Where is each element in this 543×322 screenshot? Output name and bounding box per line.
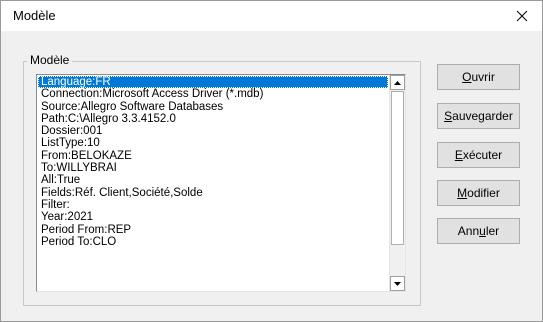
title-bar[interactable]: Modèle	[1, 1, 542, 31]
list-item[interactable]: To:WILLYBRAI	[38, 162, 388, 174]
arrow-up-icon	[394, 80, 401, 85]
list-item[interactable]: Connection:Microsoft Access Driver (*.md…	[38, 88, 388, 100]
button-accelerator-key: u	[479, 224, 486, 238]
list-item[interactable]: Year:2021	[38, 211, 388, 223]
scroll-up-button[interactable]	[390, 75, 405, 90]
model-listbox[interactable]: Language:FR Connection:Microsoft Access D…	[36, 74, 406, 292]
button-accelerator-key: S	[444, 109, 453, 123]
save-button[interactable]: Sauvegarder	[437, 103, 520, 129]
scroll-down-button[interactable]	[390, 276, 405, 291]
button-accelerator-key: O	[462, 70, 472, 84]
list-item[interactable]: Dossier:001	[38, 125, 388, 137]
list-item[interactable]: From:BELOKAZE	[38, 150, 388, 162]
close-button[interactable]	[502, 1, 542, 31]
list-item[interactable]: Period From:REP	[38, 224, 388, 236]
button-label-part: xécuter	[462, 148, 503, 162]
list-item[interactable]: Source:Allegro Software Databases	[38, 101, 388, 113]
vertical-scrollbar[interactable]	[389, 75, 405, 291]
button-accelerator-key: E	[454, 148, 463, 162]
list-item[interactable]: ListType:10	[38, 137, 388, 149]
list-item[interactable]: Language:FR	[38, 76, 388, 89]
button-label-part: ler	[485, 224, 500, 238]
button-label-part: Ann	[457, 224, 480, 238]
close-icon	[516, 10, 528, 22]
cancel-button[interactable]: Ann u ler	[437, 218, 520, 244]
groupbox-label: Modèle	[27, 53, 73, 67]
modify-button[interactable]: Modifier	[437, 180, 520, 206]
execute-button[interactable]: Exécuter	[437, 142, 520, 168]
window-title: Modèle	[13, 8, 56, 23]
button-accelerator-key: M	[457, 186, 468, 200]
list-item[interactable]: Filter:	[38, 199, 388, 211]
arrow-down-icon	[394, 281, 401, 286]
button-label-part: odifier	[467, 186, 500, 200]
open-button[interactable]: Ouvrir	[437, 64, 520, 90]
button-label-part: auvegarder	[452, 109, 513, 123]
button-label-part: uvrir	[471, 70, 495, 84]
list-item[interactable]: Period To:CLO	[38, 236, 388, 248]
scrollbar-thumb[interactable]	[391, 91, 404, 245]
list-items: Language:FR Connection:Microsoft Access D…	[38, 76, 388, 248]
list-item[interactable]: Path:C:\Allegro 3.3.4152.0	[38, 113, 388, 125]
list-item[interactable]: Fields:Réf. Client,Société,Solde	[38, 187, 388, 199]
list-item[interactable]: All:True	[38, 174, 388, 186]
